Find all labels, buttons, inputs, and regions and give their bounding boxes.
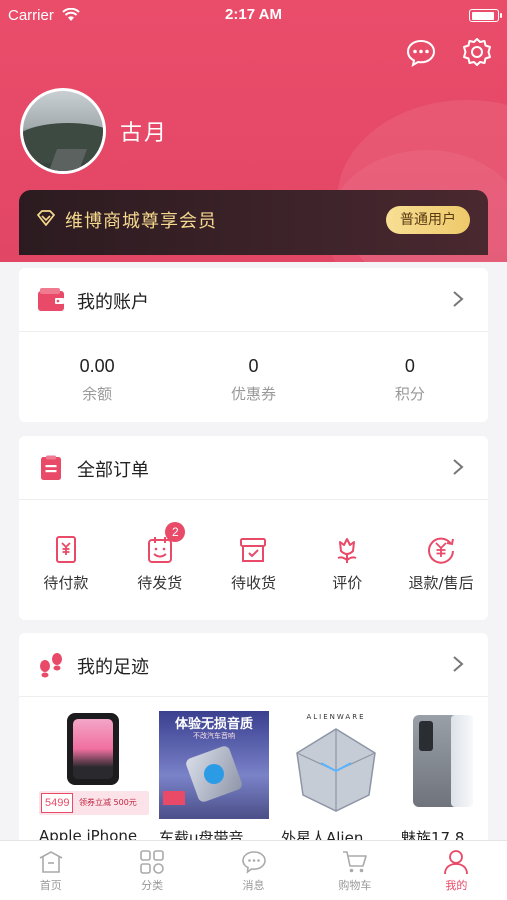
battery-icon: [469, 9, 502, 22]
footprint-header[interactable]: 我的足迹: [19, 633, 488, 697]
status-bar: Carrier 2:17 AM: [0, 0, 507, 32]
product-card-meizu[interactable]: 魅族17 8: [401, 711, 488, 843]
message-icon: [241, 851, 266, 874]
coupon-label: 优惠券: [230, 385, 276, 403]
message-bubble-icon[interactable]: [405, 36, 437, 68]
box-icon: [240, 538, 267, 562]
balance-value: 0.00: [79, 356, 115, 376]
order-refund[interactable]: 退款/售后: [394, 500, 488, 620]
footprint-card: 我的足迹 5499 领券立减 500元 Apple iPhone 体验无损音质 …: [19, 633, 488, 843]
product-image: [401, 711, 488, 819]
membership-level-badge[interactable]: 普通用户: [386, 206, 470, 234]
tab-cart[interactable]: 购物车: [304, 841, 405, 900]
product-image: ALIENWARE: [281, 711, 391, 819]
product-banner: 体验无损音质: [174, 717, 253, 732]
account-card: 我的账户 0.00 余额 0 优惠券 0 积分: [19, 268, 488, 422]
balance-stat[interactable]: 0.00 余额: [19, 332, 175, 422]
footprints-icon: [40, 653, 62, 678]
settings-gear-icon[interactable]: [461, 36, 493, 68]
order-label: 退款/售后: [408, 574, 474, 592]
payment-icon: [55, 536, 76, 563]
tab-profile[interactable]: 我的: [406, 841, 507, 900]
tab-label: 我的: [445, 879, 468, 892]
chevron-right-icon: [453, 291, 464, 307]
avatar[interactable]: [20, 88, 106, 174]
tab-label: 首页: [39, 879, 62, 892]
flower-icon: [337, 538, 357, 563]
username: 古月: [120, 121, 169, 146]
order-pending-receipt[interactable]: 待收货: [207, 500, 301, 620]
vip-title: 维博商城尊享会员: [65, 211, 217, 232]
cart-icon: [342, 851, 367, 873]
product-banner-sub: 不改汽车音响: [193, 732, 235, 740]
clipboard-icon: [41, 455, 61, 480]
product-image: 体验无损音质 不改汽车音响: [159, 711, 269, 819]
orders-title: 全部订单: [77, 460, 149, 481]
order-review[interactable]: 评价: [300, 500, 394, 620]
points-stat[interactable]: 0 积分: [332, 332, 488, 422]
product-brand: ALIENWARE: [306, 713, 366, 721]
profile-icon: [444, 850, 469, 875]
tab-label: 购物车: [338, 879, 372, 892]
account-title: 我的账户: [77, 292, 149, 313]
orders-header[interactable]: 全部订单: [19, 436, 488, 500]
price-tag: 5499: [41, 793, 74, 813]
home-icon: [39, 851, 63, 873]
order-pending-payment[interactable]: 待付款: [19, 500, 113, 620]
product-card-iphone[interactable]: 5499 领券立减 500元 Apple iPhone: [39, 711, 149, 843]
coupon-stat[interactable]: 0 优惠券: [175, 332, 331, 422]
order-label: 待发货: [137, 574, 183, 592]
order-label: 评价: [332, 574, 363, 592]
tab-home[interactable]: 首页: [0, 841, 101, 900]
footprint-title: 我的足迹: [77, 657, 149, 678]
vip-banner[interactable]: 维博商城尊享会员 普通用户: [19, 190, 488, 255]
points-value: 0: [404, 356, 415, 376]
refund-icon: [428, 537, 455, 564]
chevron-right-icon: [453, 459, 464, 475]
chevron-right-icon: [453, 656, 464, 672]
balance-label: 余额: [82, 385, 113, 403]
tab-label: 消息: [242, 879, 265, 892]
shipment-count-badge: 2: [165, 522, 186, 542]
wallet-icon: [38, 288, 64, 311]
tab-messages[interactable]: 消息: [203, 841, 304, 900]
category-icon: [140, 850, 164, 874]
product-card-usb[interactable]: 体验无损音质 不改汽车音响 车载u盘带音: [159, 711, 269, 843]
promo-tag: 领券立减 500元: [79, 798, 137, 807]
orders-card: 全部订单 待付款 2 待发货 待收货 评价 退款/售后: [19, 436, 488, 620]
product-image: 5499 领券立减 500元: [39, 711, 149, 819]
tab-bar: 首页 分类 消息 购物车 我的: [0, 840, 507, 900]
order-label: 待付款: [43, 574, 89, 592]
clock: 2:17 AM: [225, 6, 282, 23]
coupon-value: 0: [248, 356, 259, 376]
account-header[interactable]: 我的账户: [19, 268, 488, 332]
points-label: 积分: [394, 385, 425, 403]
diamond-icon: [37, 210, 55, 226]
tab-label: 分类: [141, 879, 164, 892]
tab-category[interactable]: 分类: [101, 841, 202, 900]
product-card-alienware[interactable]: ALIENWARE 外星人Alien: [281, 711, 391, 843]
order-label: 待收货: [230, 574, 276, 592]
order-pending-shipment[interactable]: 2 待发货: [113, 500, 207, 620]
